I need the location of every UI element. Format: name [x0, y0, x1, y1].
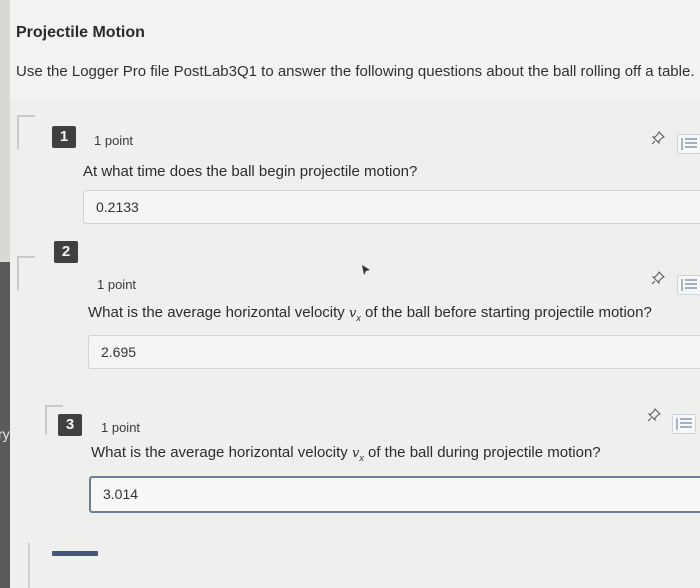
pin-icon[interactable] [651, 131, 665, 145]
question-4-number-partial [52, 551, 98, 556]
quiz-header: Projectile Motion Use the Logger Pro fil… [10, 0, 700, 99]
question-2-text-before: What is the average horizontal velocity [88, 304, 349, 321]
page-title: Projectile Motion [16, 24, 145, 41]
question-1-bracket [17, 115, 35, 149]
question-1-text: At what time does the ball begin project… [83, 163, 418, 180]
mouse-cursor-icon [362, 265, 370, 275]
question-1-number: 1 [52, 126, 76, 148]
question-2-text-after: of the ball before starting projectile m… [360, 304, 652, 321]
left-panel-edge [0, 0, 10, 588]
left-panel-cut-text: ry [0, 426, 10, 442]
question-1-answer[interactable]: 0.2133 [83, 190, 700, 224]
page-subtitle: Use the Logger Pro file PostLab3Q1 to an… [16, 63, 695, 80]
question-2-points: 1 point [97, 277, 137, 292]
question-2-answer[interactable]: 2.695 [88, 335, 700, 369]
pin-icon[interactable] [647, 408, 661, 422]
question-3-answer[interactable]: 3.014 [89, 476, 700, 513]
list-menu-icon[interactable] [672, 414, 696, 434]
left-panel-dark [0, 262, 10, 588]
list-menu-icon[interactable] [677, 134, 700, 154]
question-3-text-before: What is the average horizontal velocity [91, 444, 352, 461]
question-3-text: What is the average horizontal velocity … [91, 444, 601, 463]
question-4-bracket [28, 543, 40, 588]
question-2-number: 2 [54, 241, 78, 263]
list-menu-icon[interactable] [677, 275, 700, 295]
question-2-bracket [17, 256, 35, 290]
question-2-text: What is the average horizontal velocity … [88, 304, 652, 323]
pin-icon[interactable] [651, 271, 665, 285]
question-1-points: 1 point [94, 133, 134, 148]
question-3-number: 3 [58, 414, 82, 436]
question-3-text-after: of the ball during projectile motion? [363, 444, 601, 461]
question-3-points: 1 point [101, 420, 141, 435]
